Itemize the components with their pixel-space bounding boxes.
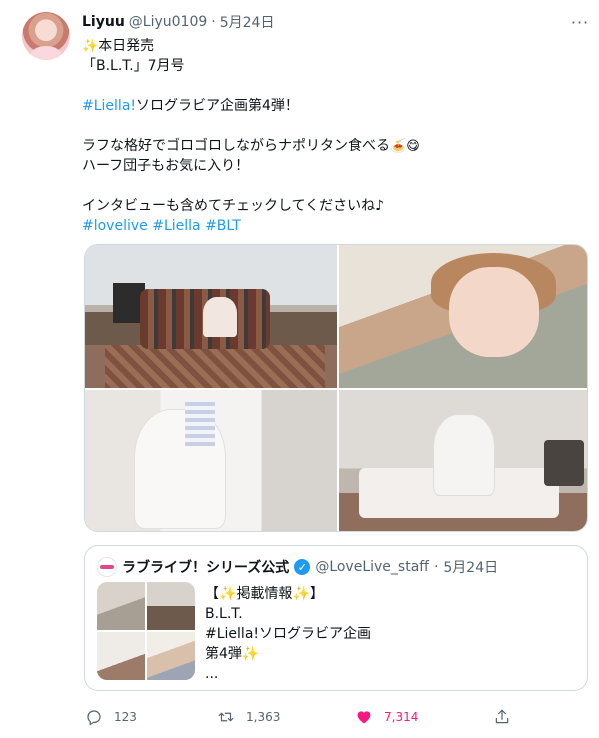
media-grid (84, 244, 588, 532)
retweet-icon (216, 707, 236, 727)
retweet-count: 1,363 (246, 710, 281, 724)
tweet-header: Liyuu @Liyu0109 · 5月24日 (82, 12, 274, 32)
author-handle[interactable]: @Liyu0109 (129, 14, 207, 30)
quote-line-4: 第4弾✨ (205, 646, 260, 662)
reply-count: 123 (114, 710, 137, 724)
quote-author-name: ラブライブ！シリーズ公式 (122, 560, 290, 576)
quote-date: 5月24日 (443, 560, 499, 576)
like-button[interactable]: 7,314 (354, 704, 418, 730)
tweet-date[interactable]: 5月24日 (220, 12, 275, 32)
quote-author-handle: @LoveLive_staff (315, 559, 429, 575)
quote-text: 【✨掲載情報✨】 B.L.T. #Liella!ソログラビア企画 第4弾✨ ..… (205, 584, 371, 684)
heart-icon (354, 707, 374, 727)
reply-icon (84, 707, 104, 727)
hashtag-link[interactable]: #BLT (205, 218, 241, 234)
sparkle-emoji-icon: ✨ (82, 39, 99, 54)
tweet-line-5: ハーフ団子もお気に入り！ (82, 158, 250, 174)
tweet-line-1: ✨本日発売 (82, 36, 582, 56)
like-count: 7,314 (384, 710, 419, 724)
reply-button[interactable]: 123 (84, 704, 137, 730)
pasta-emoji-icon: 🍝 (390, 139, 407, 154)
author-name[interactable]: Liyuu (82, 14, 125, 30)
smile-emoji-icon: 😋 (406, 139, 420, 154)
sparkle-emoji-icon: ✨ (219, 586, 237, 602)
quote-line-3: #Liella!ソログラビア企画 (205, 626, 372, 642)
quote-line-5: ... (205, 666, 219, 682)
quote-line-1: 【✨掲載情報✨】 (205, 586, 324, 602)
photo-white-dress[interactable] (85, 390, 337, 531)
author-avatar[interactable] (22, 12, 70, 60)
tweet-line-6: インタビューも含めてチェックしてくださいね♪ (82, 198, 385, 214)
quote-media-thumbnail (97, 582, 195, 680)
tweet-line-3: #Liella!ソログラビア企画第4弾！ (82, 98, 299, 114)
sparkle-emoji-icon: ✨ (241, 646, 260, 662)
more-icon[interactable]: ··· (570, 12, 590, 32)
photo-sofa[interactable] (85, 245, 337, 388)
verified-icon: ✓ (294, 559, 311, 575)
quote-separator: · (433, 559, 439, 575)
tweet-line-4: ラフな格好でゴロゴロしながらナポリタン食べる🍝😋 (82, 136, 582, 156)
retweet-button[interactable]: 1,363 (216, 704, 280, 730)
quote-avatar (97, 557, 117, 577)
quote-line-2: B.L.T. (205, 606, 243, 622)
tweet-line-2: 「B.L.T.」7月号 (82, 58, 185, 74)
tweet-actions: 123 1,363 7,314 (84, 704, 588, 730)
share-icon (492, 707, 512, 727)
hashtags-line: #lovelive #Liella #BLT (82, 216, 582, 236)
quote-header: ラブライブ！シリーズ公式 ✓ @LoveLive_staff · 5月24日 (97, 557, 499, 577)
tweet-text: ✨本日発売 「B.L.T.」7月号 #Liella!ソログラビア企画第4弾！ ラ… (82, 36, 582, 236)
hashtag-liella-link[interactable]: #Liella! (82, 98, 136, 114)
hashtag-link[interactable]: #Liella (152, 218, 200, 234)
header-separator: · (211, 14, 216, 30)
share-button[interactable] (492, 704, 512, 730)
quoted-tweet[interactable]: ラブライブ！シリーズ公式 ✓ @LoveLive_staff · 5月24日 【… (84, 545, 588, 691)
photo-bed[interactable] (339, 390, 587, 531)
tweet-card[interactable]: Liyuu @Liyu0109 · 5月24日 ··· ✨本日発売 「B.L.T… (0, 0, 599, 738)
photo-closeup[interactable] (339, 245, 587, 388)
sparkle-emoji-icon: ✨ (292, 586, 310, 602)
hashtag-link[interactable]: #lovelive (82, 218, 148, 234)
